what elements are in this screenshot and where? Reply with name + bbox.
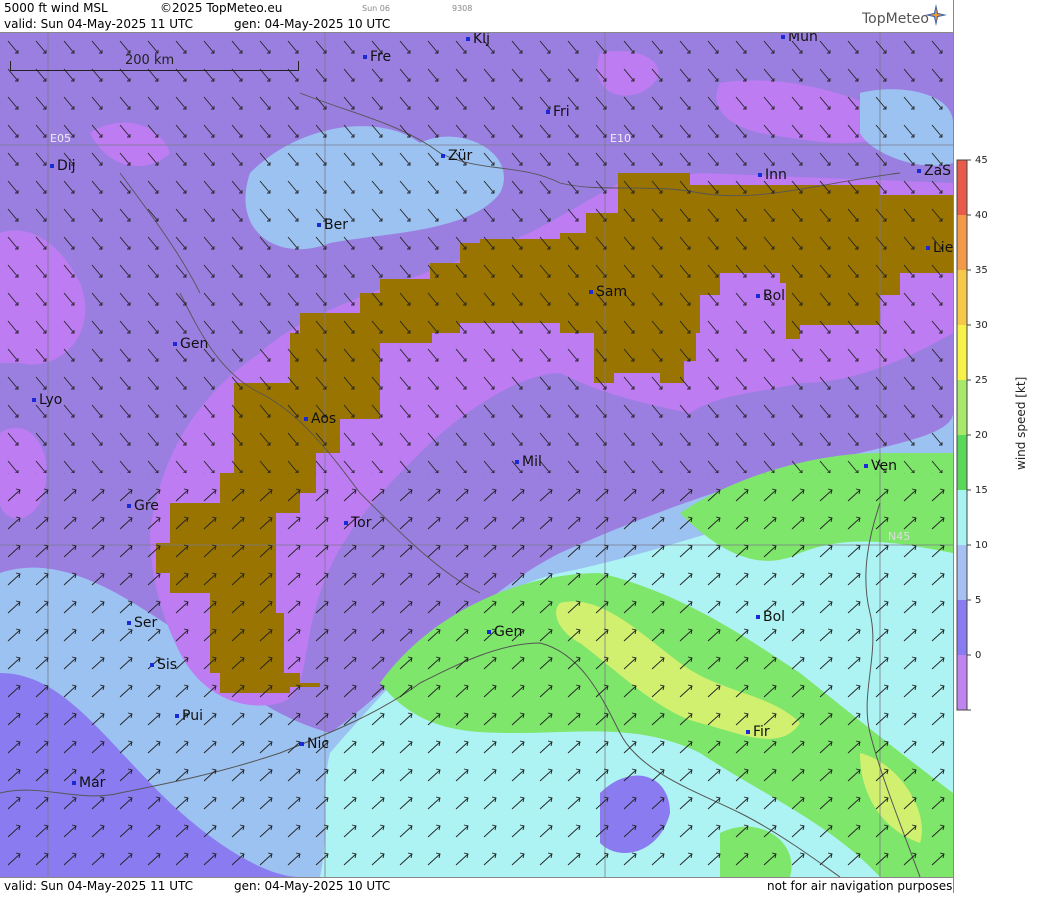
city-ser: Ser xyxy=(127,615,157,631)
legend-tick-45: 45 xyxy=(975,155,988,166)
logo-star-icon xyxy=(925,4,947,26)
wind-arrows-north xyxy=(0,33,953,473)
city-klj: Klj xyxy=(466,33,490,47)
city-mil: Mil xyxy=(515,454,542,470)
legend-segment xyxy=(957,325,967,380)
copyright-text: ©2025 TopMeteo.eu xyxy=(160,1,283,15)
scale-label: 200 km xyxy=(125,53,175,68)
city-dij: Dij xyxy=(50,158,76,174)
legend-title: wind speed [kt] xyxy=(1014,376,1028,470)
city-ber: Ber xyxy=(317,217,348,233)
grid-label-n45: N45 xyxy=(888,530,911,543)
map-header: 5000 ft wind MSL ©2025 TopMeteo.eu Sun 0… xyxy=(0,0,953,33)
city-gen-south: Gen xyxy=(487,624,522,640)
city-mun: Mun xyxy=(781,33,818,45)
legend-colorbar xyxy=(956,159,971,711)
footer-valid-time: valid: Sun 04-May-2025 11 UTC xyxy=(4,879,193,893)
valid-time: valid: Sun 04-May-2025 11 UTC xyxy=(4,17,193,31)
wind-speed-legend: 45 40 35 30 25 20 15 10 5 0 wind speed [… xyxy=(953,0,1045,893)
legend-tick-30: 30 xyxy=(975,320,988,331)
city-mar: Mar xyxy=(72,775,105,791)
gen-time: gen: 04-May-2025 10 UTC xyxy=(234,17,391,31)
legend-tick-40: 40 xyxy=(975,210,988,221)
city-gre: Gre xyxy=(127,498,159,514)
legend-segment xyxy=(957,655,967,710)
legend-segment xyxy=(957,435,967,490)
map-footer: valid: Sun 04-May-2025 11 UTC gen: 04-Ma… xyxy=(0,877,953,894)
legend-segment xyxy=(957,215,967,270)
legend-segment xyxy=(957,160,967,215)
legend-tick-5: 5 xyxy=(975,595,982,606)
city-lie: Lie xyxy=(926,240,953,256)
city-lyo: Lyo xyxy=(32,392,62,408)
legend-segment xyxy=(957,545,967,600)
city-sis: Sis xyxy=(150,657,177,673)
city-zas: ZaS xyxy=(917,163,951,179)
legend-tick-25: 25 xyxy=(975,375,988,386)
legend-segment xyxy=(957,270,967,325)
grid-label-e05: E05 xyxy=(50,132,71,145)
legend-segment xyxy=(957,490,967,545)
grid-label-e10: E10 xyxy=(610,132,631,145)
city-gen-west: Gen xyxy=(173,336,208,352)
legend-segment xyxy=(957,600,967,655)
city-sam: Sam xyxy=(589,284,627,300)
city-ven: Ven xyxy=(864,458,897,474)
wind-field-svg xyxy=(0,33,953,877)
day-tag: Sun 06 xyxy=(362,4,390,13)
footer-gen-time: gen: 04-May-2025 10 UTC xyxy=(234,879,391,893)
city-fre: Fre xyxy=(363,49,391,65)
legend-tick-35: 35 xyxy=(975,265,988,276)
wind-arrows-south xyxy=(0,473,953,877)
footer-notice: not for air navigation purposes xyxy=(767,879,953,893)
city-pui: Pui xyxy=(175,708,203,724)
city-aos: Aos xyxy=(304,411,336,427)
city-bol-north: Bol xyxy=(756,288,785,304)
legend-tick-20: 20 xyxy=(975,430,988,441)
legend-segment xyxy=(957,380,967,435)
city-nic: Nic xyxy=(300,736,329,752)
city-fri: Fri xyxy=(546,104,570,120)
city-inn: Inn xyxy=(758,167,787,183)
city-fir: Fir xyxy=(746,724,770,740)
topmeteo-logo: TopMeteo xyxy=(862,11,929,27)
code-tag: 9308 xyxy=(452,4,473,13)
legend-tick-15: 15 xyxy=(975,485,988,496)
legend-tick-10: 10 xyxy=(975,540,988,551)
city-bol-south: Bol xyxy=(756,609,785,625)
product-title: 5000 ft wind MSL xyxy=(4,1,108,15)
legend-tick-0: 0 xyxy=(975,650,982,661)
wind-map[interactable]: 200 km E05 E10 N45 Klj Mun Fre Fri Dij Z… xyxy=(0,33,953,877)
city-tor: Tor xyxy=(344,515,372,531)
city-zur: Zür xyxy=(441,148,472,164)
